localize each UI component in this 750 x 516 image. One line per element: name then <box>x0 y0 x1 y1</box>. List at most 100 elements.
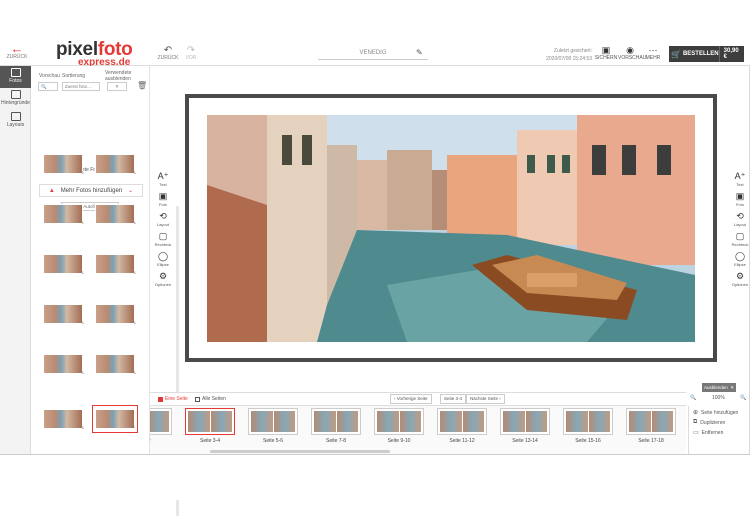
add-photos-label: Mehr Fotos hinzufügen <box>60 187 123 194</box>
usage-count: 1 <box>132 424 135 429</box>
single-page-label: Eine Seite <box>165 396 188 402</box>
page-spread-thumbnail[interactable] <box>563 408 613 435</box>
hide-panel-button[interactable]: Ausblenden ✕ <box>702 383 736 392</box>
grid-icon <box>195 396 200 402</box>
page-spread-thumbnail[interactable] <box>500 408 550 435</box>
redo-label: VOR <box>185 55 197 61</box>
photo-thumbnail[interactable]: 1 <box>40 300 86 328</box>
photo-thumbnail[interactable]: 1 <box>92 405 138 433</box>
rail-item-backgrounds[interactable]: Hintergründe <box>0 88 31 110</box>
page-spread-thumbnail[interactable] <box>626 408 676 435</box>
eye-icon: ◉ <box>626 45 634 55</box>
photo-thumbnail[interactable]: 1 <box>40 200 86 228</box>
trash-icon[interactable]: 🗑 <box>137 81 147 90</box>
spread-label: Seite 9-10 <box>387 438 411 444</box>
zoom-out-icon[interactable]: 🔍 <box>690 395 696 401</box>
tool-label: Rechteck <box>731 242 749 247</box>
tool-label: Foto <box>735 202 744 207</box>
back-button[interactable]: ← ZURÜCK <box>6 42 28 60</box>
chevron-down-icon: ⌄ <box>128 188 134 194</box>
thumbnail-image <box>96 255 134 273</box>
photo-thumbnail[interactable]: 1 <box>92 300 138 328</box>
tool-photo[interactable]: ▣ Foto <box>152 190 174 210</box>
current-page-indicator: Seite 3-4 <box>440 394 467 404</box>
spread-label: Seite 17-18 <box>638 438 664 444</box>
tool-rectangle[interactable]: ▢ Rechteck <box>729 230 750 250</box>
spread-page <box>188 411 210 432</box>
page-spread-thumbnail[interactable] <box>374 408 424 435</box>
rail-item-photos[interactable]: Fotos <box>0 66 31 88</box>
page-nav-bar: Eine Seite Alle Seiten ‹ Vorherige Seite… <box>150 392 686 406</box>
hide-used-toggle[interactable]: ✕ <box>107 82 127 91</box>
spread-page <box>525 411 547 432</box>
rectangle-icon: ▢ <box>735 231 745 241</box>
tool-text[interactable]: A⁺ Text <box>152 170 174 190</box>
zoom-in-icon[interactable]: 🔍 <box>740 395 746 401</box>
duplicate-button[interactable]: ⧉ Duplizieren <box>693 419 725 426</box>
prev-page-button[interactable]: ‹ Vorherige Seite <box>390 394 432 404</box>
more-button[interactable]: ⋯ MEHR <box>641 46 665 62</box>
page-canvas[interactable] <box>185 94 717 362</box>
single-page-toggle[interactable]: Eine Seite <box>158 396 188 402</box>
page-spread-thumbnail[interactable] <box>311 408 361 435</box>
tool-label: Layout <box>156 222 169 227</box>
project-title-input[interactable]: VENEDIG <box>318 46 428 60</box>
tool-options[interactable]: ⚙ Optionen <box>729 270 750 290</box>
sort-select[interactable]: Zuerst hinz... <box>62 82 100 91</box>
tool-column-right: A⁺ Text ▣ Foto ⟲ Layout ▢ Rechteck ◯ Ellipse … <box>729 170 750 290</box>
photo-thumbnail[interactable]: 1 <box>40 250 86 278</box>
spread-label: Seite 7-8 <box>325 438 346 444</box>
photo-thumbnail[interactable]: 1 <box>92 350 138 378</box>
photo-thumbnail[interactable]: 1 <box>92 200 138 228</box>
venice-canal-photo[interactable] <box>207 115 695 342</box>
rail-label: Fotos <box>9 78 22 84</box>
order-button[interactable]: 🛒 BESTELLEN 30,90 € <box>669 46 744 62</box>
thumbnail-image <box>96 205 134 223</box>
thumbnail-image <box>44 205 82 223</box>
add-photos-button[interactable]: ▲ Mehr Fotos hinzufügen ⌄ <box>39 184 143 197</box>
tool-photo[interactable]: ▣ Foto <box>729 190 750 210</box>
add-page-button[interactable]: ⊕ Seite hinzufügen <box>693 409 738 417</box>
canal-illustration <box>207 115 695 342</box>
photo-thumbnail[interactable]: 1 <box>40 150 86 178</box>
thumbnail-image <box>44 355 82 373</box>
gear-icon: ⚙ <box>158 271 168 281</box>
rail-item-layouts[interactable]: Layouts <box>0 110 31 132</box>
photo-thumbnail[interactable]: 1 <box>92 250 138 278</box>
back-label: ZURÜCK <box>6 54 28 60</box>
tool-layout[interactable]: ⟲ Layout <box>729 210 750 230</box>
preview-button[interactable]: ◉ VORSCHAU <box>618 45 646 62</box>
preview-size-select[interactable]: 🔍 <box>38 82 58 91</box>
tool-label: Foto <box>158 202 167 207</box>
page-spread-thumbnail[interactable] <box>248 408 298 435</box>
spread-page <box>399 411 421 432</box>
strip-scrollbar[interactable] <box>210 450 390 453</box>
tool-ellipse[interactable]: ◯ Ellipse <box>152 250 174 270</box>
tool-text[interactable]: A⁺ Text <box>729 170 750 190</box>
all-pages-toggle[interactable]: Alle Seiten <box>195 396 226 402</box>
photo-thumbnail[interactable]: 1 <box>40 405 86 433</box>
photo-thumbnail[interactable]: 1 <box>92 150 138 178</box>
undo-button[interactable]: ↶ ZURÜCK <box>157 46 179 62</box>
save-button[interactable]: ▣ SICHERN <box>594 46 618 62</box>
photo-thumbnail[interactable]: 1 <box>40 350 86 378</box>
tool-rectangle[interactable]: ▢ Rechteck <box>152 230 174 250</box>
next-page-button[interactable]: Nächste Seite › <box>466 394 505 404</box>
logo[interactable]: pixelfoto express.de <box>56 40 133 68</box>
left-rail: Fotos Hintergründe Layouts <box>0 66 31 454</box>
tool-layout[interactable]: ⟲ Layout <box>152 210 174 230</box>
page-spread-thumbnail[interactable] <box>185 408 235 435</box>
usage-count: 1 <box>133 320 136 325</box>
remove-label: Entfernen <box>701 429 724 436</box>
tool-label: Ellipse <box>157 262 169 267</box>
tool-options[interactable]: ⚙ Optionen <box>152 270 174 290</box>
close-icon: ✕ <box>730 385 734 390</box>
pencil-icon[interactable]: ✎ <box>416 48 423 57</box>
remove-button[interactable]: ▭ Entfernen <box>693 429 724 437</box>
redo-button[interactable]: ↷ VOR <box>180 46 202 62</box>
page-spread-thumbnail[interactable] <box>150 408 172 435</box>
duplicate-label: Duplizieren <box>700 419 726 426</box>
backgrounds-icon <box>10 90 21 99</box>
tool-ellipse[interactable]: ◯ Ellipse <box>729 250 750 270</box>
page-spread-thumbnail[interactable] <box>437 408 487 435</box>
